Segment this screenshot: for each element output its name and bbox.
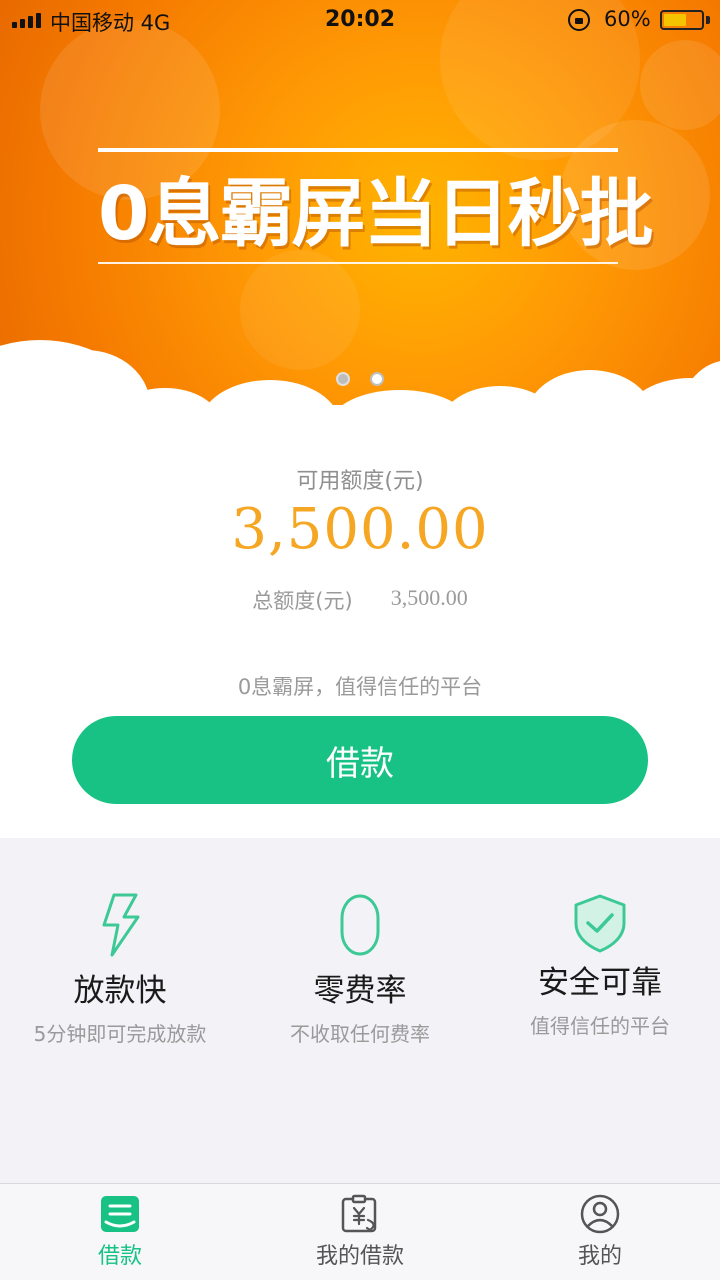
loan-icon — [101, 1196, 139, 1232]
bottom-tab-bar: 借款 我的借款 我的 — [0, 1183, 720, 1280]
banner-slogan: 0息霸屏 当日秒批 — [98, 160, 654, 257]
carousel-dot-1[interactable] — [336, 372, 350, 386]
feature-fast-payout: 放款快 5分钟即可完成放款 — [0, 893, 240, 1047]
slogan-left: 0息霸屏 — [98, 171, 365, 257]
tab-my-loans[interactable]: 我的借款 — [240, 1184, 480, 1280]
feature-subtitle: 5分钟即可完成放款 — [33, 1022, 207, 1046]
lightning-icon — [102, 893, 140, 957]
total-limit-row: 总额度(元) 3,500.00 — [0, 585, 720, 615]
battery-tip — [706, 16, 710, 24]
feature-title: 零费率 — [313, 973, 407, 1009]
shield-check-icon — [574, 894, 626, 953]
bill-icon — [341, 1194, 377, 1233]
promo-banner[interactable]: 0息霸屏 当日秒批 — [0, 0, 720, 405]
available-limit-label: 可用额度(元) — [296, 469, 424, 494]
feature-zero-fee: 零费率 不收取任何费率 — [240, 893, 480, 1047]
tab-label: 我的借款 — [315, 1244, 404, 1269]
cloud-decoration — [330, 390, 470, 405]
total-limit-label: 总额度(元) — [252, 589, 353, 613]
feature-subtitle: 值得信任的平台 — [530, 1014, 670, 1038]
app-screen: 0息霸屏 当日秒批 中国移动 4G 20:02 60% 可用额度(元) 3,50… — [0, 0, 720, 1280]
feature-title: 安全可靠 — [538, 965, 662, 1001]
carousel-dot-2[interactable] — [370, 372, 384, 386]
feature-secure: 安全可靠 值得信任的平台 — [480, 893, 720, 1039]
available-limit-amount: 3,500.00 — [231, 497, 489, 562]
borrow-button[interactable]: 借款 — [72, 716, 648, 804]
slogan-right: 当日秒批 — [363, 171, 654, 257]
tab-profile[interactable]: 我的 — [480, 1184, 720, 1280]
tab-label: 我的 — [577, 1244, 622, 1269]
user-icon — [580, 1194, 620, 1234]
feature-subtitle: 不收取任何费率 — [290, 1022, 430, 1046]
bokeh-decoration — [640, 40, 720, 130]
platform-tagline: 0息霸屏，值得信任的平台 — [237, 675, 483, 699]
banner-top-rule — [98, 148, 618, 152]
rotation-lock-icon — [568, 9, 590, 31]
total-limit-amount: 3,500.00 — [390, 585, 468, 610]
zero-icon — [340, 894, 380, 956]
battery-percent: 60% — [604, 7, 651, 31]
banner-bottom-rule — [98, 262, 618, 264]
battery-fill — [664, 14, 686, 26]
status-bar: 中国移动 4G 20:02 60% — [0, 0, 720, 40]
tab-label: 借款 — [97, 1244, 142, 1269]
battery-icon — [660, 10, 704, 30]
bokeh-decoration — [240, 250, 360, 370]
feature-title: 放款快 — [73, 973, 167, 1009]
carousel-indicator — [0, 372, 720, 386]
tab-borrow[interactable]: 借款 — [0, 1184, 240, 1280]
credit-card: 可用额度(元) 3,500.00 总额度(元) 3,500.00 0息霸屏，值得… — [0, 405, 720, 838]
